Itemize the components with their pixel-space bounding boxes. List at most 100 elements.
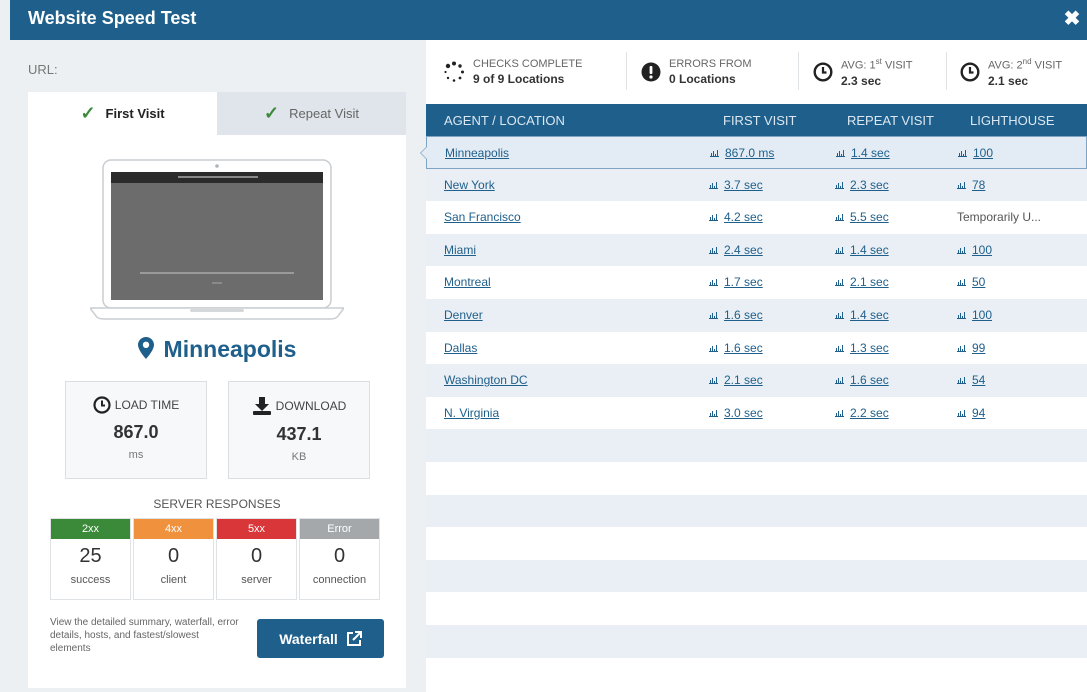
- left-pane: URL: ✓ First Visit ✓ Repeat Visit Minnea…: [10, 40, 426, 692]
- lighthouse-link[interactable]: 94: [972, 406, 985, 420]
- bar-chart-icon: [835, 408, 844, 417]
- table-row[interactable]: N. Virginia 3.0 sec 2.2 sec 94: [426, 396, 1087, 430]
- check-icon: ✓: [264, 103, 280, 123]
- table-row[interactable]: Miami 2.4 sec 1.4 sec 100: [426, 233, 1087, 267]
- bar-chart-icon: [709, 343, 718, 352]
- response-box-4xx: 4xx 0 client: [133, 518, 214, 600]
- repeat-visit-cell: 1.4 sec: [836, 146, 890, 160]
- location-name: Minneapolis: [163, 336, 297, 362]
- first-visit-link[interactable]: 2.4 sec: [724, 243, 763, 257]
- repeat-visit-link[interactable]: 1.4 sec: [850, 243, 889, 257]
- column-header-location[interactable]: AGENT / LOCATION: [444, 113, 565, 128]
- response-label: success: [70, 574, 111, 586]
- first-visit-link[interactable]: 3.7 sec: [724, 178, 763, 192]
- lighthouse-link[interactable]: 100: [972, 243, 992, 257]
- lighthouse-link[interactable]: 99: [972, 341, 985, 355]
- first-visit-link[interactable]: 1.6 sec: [724, 341, 763, 355]
- bar-chart-icon: [709, 180, 718, 189]
- table-row[interactable]: New York 3.7 sec 2.3 sec 78: [426, 168, 1087, 202]
- first-visit-link[interactable]: 2.1 sec: [724, 373, 763, 387]
- response-code: 4xx: [134, 519, 213, 539]
- tab-first-visit[interactable]: ✓ First Visit: [28, 92, 217, 135]
- tab-repeat-visit[interactable]: ✓ Repeat Visit: [217, 92, 406, 135]
- location-link[interactable]: Washington DC: [444, 373, 528, 387]
- first-visit-cell: 2.1 sec: [709, 373, 763, 387]
- lighthouse-link[interactable]: 54: [972, 373, 985, 387]
- repeat-visit-cell: 1.4 sec: [835, 308, 889, 322]
- column-header-repeat-visit[interactable]: REPEAT VISIT: [847, 113, 934, 128]
- first-visit-link[interactable]: 1.6 sec: [724, 308, 763, 322]
- lighthouse-link[interactable]: 50: [972, 275, 985, 289]
- repeat-visit-link[interactable]: 1.6 sec: [850, 373, 889, 387]
- empty-table-row: [426, 592, 1087, 625]
- server-responses-title: SERVER RESPONSES: [153, 497, 281, 511]
- title-bar: Website Speed Test ✖: [10, 0, 1087, 40]
- bar-chart-icon: [835, 343, 844, 352]
- lighthouse-link[interactable]: 78: [972, 178, 985, 192]
- lighthouse-cell: Temporarily U...: [957, 210, 1041, 224]
- repeat-visit-link[interactable]: 1.4 sec: [851, 146, 890, 160]
- repeat-visit-cell: 2.3 sec: [835, 178, 889, 192]
- bar-chart-icon: [958, 149, 967, 157]
- repeat-visit-link[interactable]: 1.3 sec: [850, 341, 889, 355]
- load-time-unit: ms: [128, 449, 144, 461]
- table-row[interactable]: Dallas 1.6 sec 1.3 sec 99: [426, 331, 1087, 365]
- location-card: ✓ First Visit ✓ Repeat Visit Minneapolis…: [28, 92, 406, 688]
- repeat-visit-link[interactable]: 2.2 sec: [850, 406, 889, 420]
- bar-chart-icon: [835, 376, 844, 385]
- table-row[interactable]: Montreal 1.7 sec 2.1 sec 50: [426, 266, 1087, 299]
- tab-label: First Visit: [105, 106, 165, 121]
- location-link[interactable]: New York: [444, 178, 495, 192]
- avg-first-visit: AVG: 1st VISIT 2.3 sec: [813, 54, 912, 90]
- load-time-label: LOAD TIME: [114, 398, 180, 412]
- location-link[interactable]: San Francisco: [444, 210, 521, 224]
- close-icon[interactable]: ✖: [1061, 7, 1083, 30]
- bar-chart-icon: [835, 310, 844, 319]
- tab-label: Repeat Visit: [289, 106, 359, 121]
- repeat-visit-link[interactable]: 2.1 sec: [850, 275, 889, 289]
- location-link[interactable]: Montreal: [444, 275, 491, 289]
- map-pin-icon: [137, 337, 154, 359]
- repeat-visit-link[interactable]: 2.3 sec: [850, 178, 889, 192]
- column-header-lighthouse[interactable]: LIGHTHOUSE: [970, 113, 1055, 128]
- laptop-preview-image: [90, 159, 344, 320]
- response-count: 25: [79, 545, 102, 567]
- external-link-icon: [346, 630, 362, 646]
- bar-chart-icon: [835, 278, 844, 287]
- first-visit-cell: 3.7 sec: [709, 178, 763, 192]
- location-link[interactable]: N. Virginia: [444, 406, 499, 420]
- location-link[interactable]: Denver: [444, 308, 483, 322]
- checks-complete: CHECKS COMPLETE 9 of 9 Locations: [443, 54, 582, 90]
- first-visit-link[interactable]: 867.0 ms: [725, 146, 774, 160]
- location-link[interactable]: Miami: [444, 243, 476, 257]
- response-box-5xx: 5xx 0 server: [216, 518, 297, 600]
- waterfall-button[interactable]: Waterfall: [257, 619, 384, 658]
- visit-tabs: ✓ First Visit ✓ Repeat Visit: [28, 92, 406, 135]
- bar-chart-icon: [957, 376, 966, 385]
- table-row[interactable]: Washington DC 2.1 sec 1.6 sec 54: [426, 364, 1087, 397]
- table-row[interactable]: Minneapolis 867.0 ms 1.4 sec 100: [420, 136, 1087, 169]
- errors-value: 0 Locations: [669, 71, 736, 86]
- repeat-visit-link[interactable]: 1.4 sec: [850, 308, 889, 322]
- first-visit-link[interactable]: 3.0 sec: [724, 406, 763, 420]
- empty-table-row: [426, 461, 1087, 495]
- avg-second-title: AVG: 2nd VISIT: [988, 57, 1063, 72]
- lighthouse-link[interactable]: 100: [973, 146, 993, 160]
- location-link[interactable]: Minneapolis: [445, 146, 509, 160]
- repeat-visit-cell: 5.5 sec: [835, 210, 889, 224]
- lighthouse-cell: 54: [957, 373, 985, 387]
- column-header-first-visit[interactable]: FIRST VISIT: [723, 113, 796, 128]
- repeat-visit-link[interactable]: 5.5 sec: [850, 210, 889, 224]
- table-row[interactable]: Denver 1.6 sec 1.4 sec 100: [426, 298, 1087, 332]
- empty-table-row: [426, 559, 1087, 593]
- table-row[interactable]: San Francisco 4.2 sec 5.5 sec Temporarily U…: [426, 201, 1087, 234]
- lighthouse-link[interactable]: 100: [972, 308, 992, 322]
- download-value: 437.1: [276, 424, 322, 444]
- alert-icon: [641, 62, 661, 82]
- repeat-visit-cell: 1.6 sec: [835, 373, 889, 387]
- first-visit-link[interactable]: 1.7 sec: [724, 275, 763, 289]
- first-visit-link[interactable]: 4.2 sec: [724, 210, 763, 224]
- divider: [798, 52, 799, 90]
- location-link[interactable]: Dallas: [444, 341, 477, 355]
- response-count: 0: [250, 545, 263, 567]
